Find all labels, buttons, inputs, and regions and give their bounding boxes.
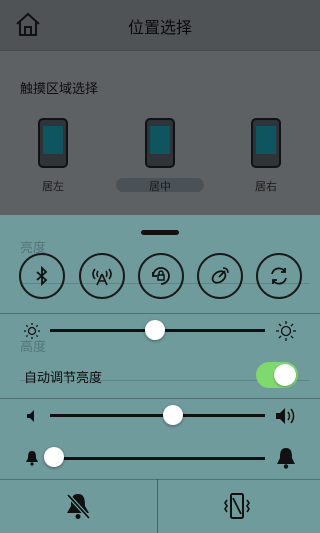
touch-area-label: 触摸区域选择 [20, 82, 99, 97]
sync-icon [271, 267, 287, 285]
gps-button[interactable] [197, 253, 243, 299]
toggle-thumb [274, 364, 296, 386]
volume-low-icon [27, 410, 34, 422]
vibrate-icon[interactable] [222, 491, 252, 521]
bottom-divider [157, 479, 158, 533]
brightness-low-icon [24, 323, 40, 339]
auto-brightness-toggle[interactable] [256, 362, 298, 388]
media-volume-slider-knob[interactable] [162, 405, 183, 425]
hotspot-button[interactable] [79, 253, 125, 299]
panel-drag-handle[interactable] [141, 230, 179, 235]
position-left-label[interactable]: 居左 [23, 178, 83, 194]
ring-volume-slider-track[interactable] [50, 457, 265, 460]
position-right-label[interactable]: 居右 [236, 178, 296, 194]
rotation-lock-button[interactable] [138, 253, 184, 299]
phone-left-icon[interactable] [38, 118, 68, 168]
divider-1 [0, 313, 320, 314]
bell-low-icon [26, 451, 38, 466]
rotation-lock-icon [152, 267, 170, 285]
bluetooth-button[interactable] [19, 253, 65, 299]
page-title: 位置选择 [127, 18, 192, 37]
media-volume-slider-track[interactable] [50, 414, 265, 417]
sync-button[interactable] [256, 253, 302, 299]
divider-2 [0, 398, 320, 399]
phone-right-icon[interactable] [251, 118, 281, 168]
phone-center-icon[interactable] [145, 118, 175, 168]
hotspot-icon [92, 268, 112, 286]
auto-brightness-label: 自动调节亮度 [24, 371, 103, 386]
header: 位置选择 [0, 0, 320, 51]
bottom-bar [0, 479, 320, 533]
volume-high-icon [276, 408, 295, 424]
brightness-high-icon [276, 321, 296, 341]
position-center-label[interactable]: 居中 [130, 178, 190, 194]
gps-icon [211, 267, 229, 284]
mute-bell-icon[interactable] [63, 491, 93, 521]
bell-high-icon [277, 448, 295, 469]
bluetooth-icon [36, 265, 48, 287]
